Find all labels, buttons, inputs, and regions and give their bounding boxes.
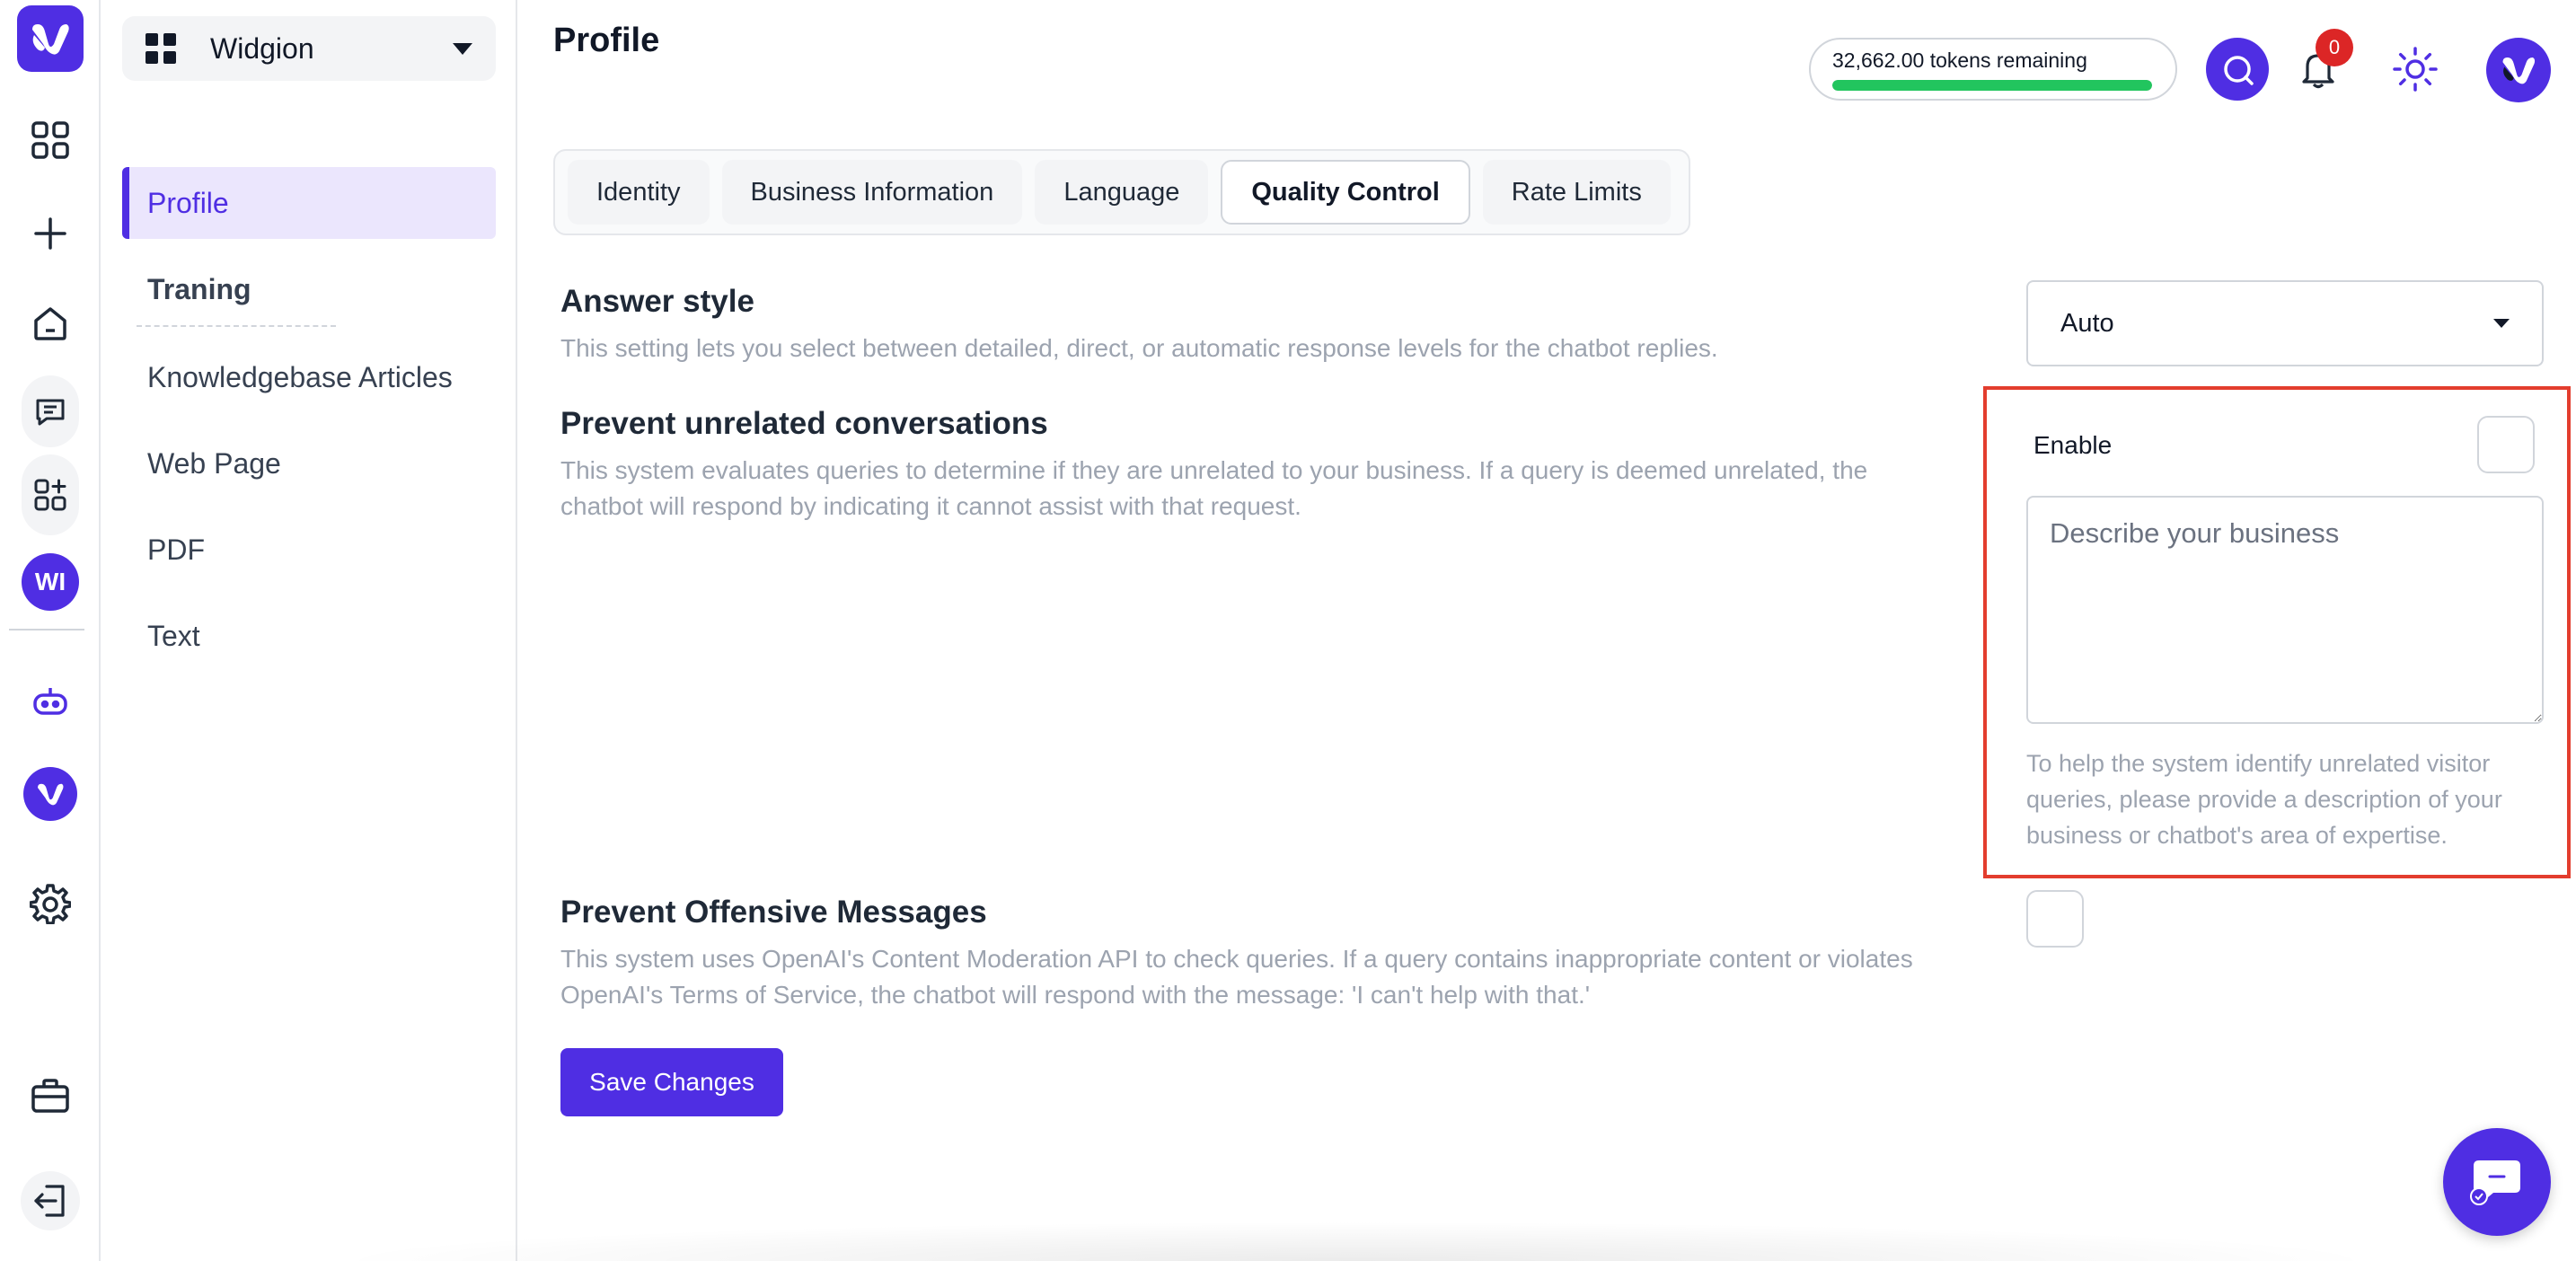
search-button[interactable] bbox=[2206, 38, 2269, 101]
workspace-avatar[interactable]: WI bbox=[0, 553, 101, 611]
offensive-title: Prevent Offensive Messages bbox=[560, 895, 987, 930]
plus-icon[interactable] bbox=[0, 207, 101, 260]
tab-rate-limits[interactable]: Rate Limits bbox=[1482, 160, 1671, 225]
enable-unrelated-checkbox[interactable] bbox=[2477, 416, 2535, 473]
notifications-button[interactable]: 0 bbox=[2289, 29, 2353, 99]
gear-icon[interactable] bbox=[0, 877, 101, 930]
logout-button[interactable] bbox=[0, 1171, 101, 1230]
page-title: Profile bbox=[553, 22, 660, 59]
dashboard-icon[interactable] bbox=[0, 113, 101, 167]
tab-business-information[interactable]: Business Information bbox=[721, 160, 1023, 225]
workspace-selector[interactable]: Widgion bbox=[122, 16, 496, 81]
chevron-down-icon bbox=[2493, 319, 2510, 328]
chat-icon[interactable] bbox=[0, 375, 101, 447]
workspace-grid-icon bbox=[146, 33, 176, 64]
tab-language[interactable]: Language bbox=[1035, 160, 1209, 225]
logo-icon bbox=[17, 5, 84, 72]
tab-quality-control[interactable]: Quality Control bbox=[1221, 160, 1470, 225]
answer-style-description: This setting lets you select between det… bbox=[560, 334, 1718, 362]
chat-bubble-icon bbox=[2470, 1160, 2520, 1205]
unrelated-description-line1: This system evaluates queries to determi… bbox=[560, 456, 1868, 484]
section-divider bbox=[137, 325, 336, 327]
offensive-description-line1: This system uses OpenAI's Content Modera… bbox=[560, 945, 1913, 973]
enable-offensive-checkbox[interactable] bbox=[2026, 890, 2084, 948]
answer-style-title: Answer style bbox=[560, 284, 754, 319]
tokens-text: 32,662.00 tokens remaining bbox=[1832, 48, 2087, 72]
logout-icon bbox=[21, 1171, 80, 1230]
unrelated-description-line2: chatbot will respond by indicating it ca… bbox=[560, 492, 1301, 520]
unrelated-title: Prevent unrelated conversations bbox=[560, 406, 1048, 441]
icon-rail: WI bbox=[0, 0, 101, 1261]
rail-divider bbox=[9, 629, 84, 630]
subnav-item-training[interactable]: Traning bbox=[122, 253, 496, 325]
user-avatar[interactable] bbox=[2486, 38, 2551, 102]
subnav-item-knowledgebase[interactable]: Knowledgebase Articles bbox=[122, 341, 496, 413]
subnav-item-profile[interactable]: Profile bbox=[122, 167, 496, 239]
brand-icon[interactable] bbox=[0, 767, 101, 821]
notification-badge: 0 bbox=[2316, 29, 2353, 66]
tab-identity[interactable]: Identity bbox=[568, 160, 710, 225]
enable-label: Enable bbox=[2033, 431, 2113, 459]
tokens-progress-bar bbox=[1832, 80, 2152, 91]
home-icon[interactable] bbox=[0, 296, 101, 350]
secondary-sidebar: Widgion Profile Traning Knowledgebase Ar… bbox=[101, 0, 517, 1261]
business-description-textarea[interactable] bbox=[2026, 496, 2544, 724]
apps-icon[interactable] bbox=[0, 454, 101, 535]
briefcase-icon[interactable] bbox=[0, 1069, 101, 1123]
answer-style-select[interactable]: Auto bbox=[2026, 280, 2544, 366]
bottom-shadow bbox=[323, 1221, 2389, 1261]
business-description-helper: To help the system identify unrelated vi… bbox=[2026, 750, 2502, 849]
workspace-name: Widgion bbox=[210, 31, 314, 65]
bot-icon[interactable] bbox=[0, 675, 101, 726]
tokens-progress-fill bbox=[1832, 80, 2152, 91]
subnav-item-web-page[interactable]: Web Page bbox=[122, 428, 496, 499]
theme-toggle-button[interactable] bbox=[2386, 40, 2445, 99]
brand-logo-icon bbox=[2502, 57, 2536, 84]
answer-style-value: Auto bbox=[2060, 308, 2114, 338]
chevron-down-icon bbox=[453, 42, 472, 55]
offensive-description-line2: OpenAI's Terms of Service, the chatbot w… bbox=[560, 981, 1591, 1009]
subnav-item-text[interactable]: Text bbox=[122, 600, 496, 672]
tokens-indicator: 32,662.00 tokens remaining bbox=[1809, 38, 2177, 101]
settings-tabs: Identity Business Information Language Q… bbox=[553, 149, 1690, 235]
logo-button[interactable] bbox=[0, 5, 101, 72]
search-icon bbox=[2224, 56, 2254, 85]
chat-widget-button[interactable] bbox=[2443, 1128, 2551, 1236]
save-changes-button[interactable]: Save Changes bbox=[560, 1048, 783, 1116]
sun-icon bbox=[2393, 47, 2438, 92]
subnav-item-pdf[interactable]: PDF bbox=[122, 514, 496, 586]
